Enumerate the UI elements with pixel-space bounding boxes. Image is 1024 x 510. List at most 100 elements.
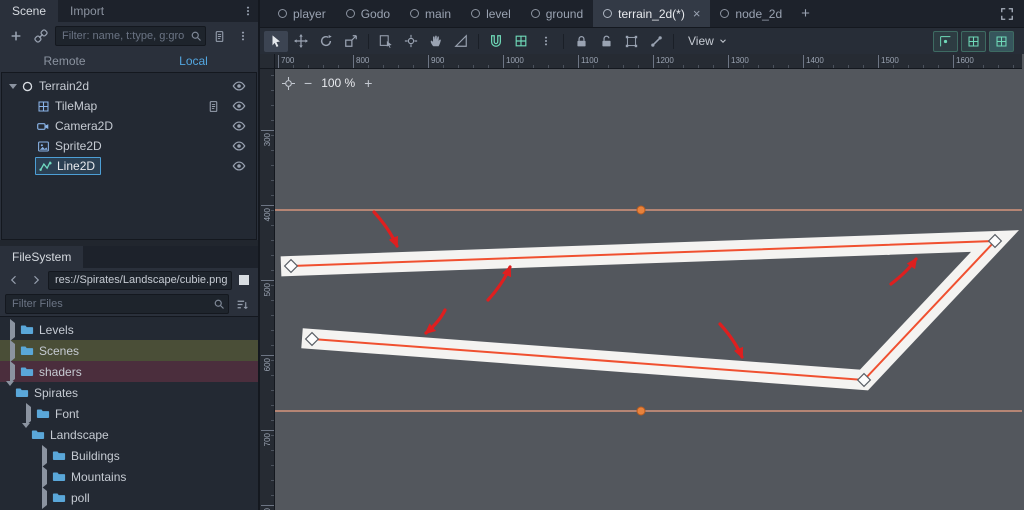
tile-grid-button-3[interactable] — [989, 30, 1014, 52]
folder-row-levels[interactable]: Levels — [0, 319, 258, 340]
list-select-tool-button[interactable] — [374, 31, 398, 52]
pivot-tool-button[interactable] — [399, 31, 423, 52]
scale-tool-button[interactable] — [339, 31, 363, 52]
expander-icon[interactable] — [6, 323, 19, 337]
remote-tab[interactable]: Remote — [0, 50, 129, 72]
rotate-tool-button[interactable] — [314, 31, 338, 52]
snap-options-button[interactable] — [534, 31, 558, 52]
folder-label: Scenes — [39, 343, 80, 358]
scene-tab-ground[interactable]: ground — [521, 0, 593, 27]
tile-grid-button-1[interactable] — [933, 30, 958, 52]
ruler-label: 1300 — [731, 56, 749, 65]
pan-tool-button[interactable] — [424, 31, 448, 52]
folder-label: poll — [71, 490, 90, 505]
expander-icon[interactable] — [38, 491, 51, 505]
scene-tab-main[interactable]: main — [400, 0, 461, 27]
expander-icon[interactable] — [38, 449, 51, 463]
scene-tab-label: Godo — [360, 6, 391, 21]
selected-node-highlight: Line2D — [35, 157, 102, 175]
node-label: Terrain2d — [39, 79, 90, 93]
expander-icon[interactable] — [6, 386, 14, 400]
tile-grid-button-2[interactable] — [961, 30, 986, 52]
expander-icon[interactable] — [38, 470, 51, 484]
folder-row-font[interactable]: Font — [0, 403, 258, 424]
ruler-tool-button[interactable] — [449, 31, 473, 52]
scene-tab-level[interactable]: level — [461, 0, 521, 27]
scene-tree-row-line2d[interactable]: Line2D — [2, 156, 256, 176]
scene-tab-terrain-2d[interactable]: terrain_2d(*) × — [593, 0, 711, 27]
2d-viewport[interactable]: 700 800 900 1000 1100 1200 1300 1400 1500 1600 30… — [260, 54, 1024, 510]
scene-tree-row-camera2d[interactable]: Camera2D — [2, 116, 256, 136]
remote-label: Remote — [43, 54, 86, 68]
scene-icon — [345, 9, 355, 18]
scene-tab-player[interactable]: player — [268, 0, 336, 27]
expander-icon[interactable] — [22, 428, 30, 442]
scene-tab-godo[interactable]: Godo — [336, 0, 400, 27]
node-label: Camera2D — [55, 119, 114, 133]
guide-handle[interactable] — [636, 406, 646, 416]
scene-tree-row-sprite2d[interactable]: Sprite2D — [2, 136, 256, 156]
scene-tree-row-terrain2d[interactable]: Terrain2d — [2, 76, 256, 96]
folder-row-spirates[interactable]: Spirates — [0, 382, 258, 403]
toolbar-divider — [478, 33, 479, 49]
folder-row-mountains[interactable]: Mountains — [0, 466, 258, 487]
sort-files-button[interactable] — [232, 298, 253, 311]
tab-scene-label: Scene — [12, 4, 47, 18]
guide-handle[interactable] — [636, 205, 646, 215]
scene-tree-row-tilemap[interactable]: TileMap — [2, 96, 256, 116]
folder-row-buildings[interactable]: Buildings — [0, 445, 258, 466]
zoom-out-button[interactable]: − — [304, 76, 312, 90]
toolbar-divider — [673, 33, 674, 49]
tab-filesystem[interactable]: FileSystem — [0, 246, 84, 268]
skeleton-options-button[interactable] — [644, 31, 668, 52]
canvas-viewport[interactable] — [275, 69, 1022, 510]
dock-menu-button[interactable] — [238, 0, 258, 22]
move-tool-button[interactable] — [289, 31, 313, 52]
expander-icon[interactable] — [6, 80, 19, 93]
ruler-top[interactable]: 700 800 900 1000 1100 1200 1300 1400 1500 1600 — [275, 54, 1022, 69]
current-path[interactable]: res://Spirates/Landscape/cubie.png — [48, 270, 232, 290]
distraction-free-icon[interactable] — [990, 0, 1024, 27]
local-tab[interactable]: Local — [129, 50, 258, 72]
attach-script-button[interactable] — [209, 30, 230, 43]
expander-icon[interactable] — [22, 407, 35, 421]
history-forward-button[interactable] — [26, 274, 46, 286]
expander-icon[interactable] — [6, 344, 19, 358]
add-node-button[interactable] — [5, 29, 27, 43]
visibility-toggle[interactable] — [228, 79, 250, 93]
split-mode-toggle-icon[interactable] — [239, 275, 249, 285]
file-filter-input[interactable] — [5, 294, 229, 314]
center-view-icon[interactable] — [282, 77, 295, 90]
select-tool-button[interactable] — [264, 30, 288, 52]
tab-scene[interactable]: Scene — [0, 0, 59, 22]
new-scene-tab-button[interactable]: + — [792, 0, 819, 27]
expander-icon[interactable] — [6, 365, 19, 379]
tab-import[interactable]: Import — [58, 0, 116, 22]
close-tab-icon[interactable]: × — [693, 7, 701, 20]
zoom-level[interactable]: 100 % — [321, 76, 355, 90]
annotation-arrow — [889, 257, 918, 286]
tab-filesystem-label: FileSystem — [12, 250, 72, 264]
scene-options-button[interactable] — [233, 30, 253, 42]
visibility-toggle[interactable] — [228, 119, 250, 133]
folder-row-landscape[interactable]: Landscape — [0, 424, 258, 445]
unlock-object-button[interactable] — [594, 31, 618, 52]
script-icon[interactable] — [203, 100, 224, 113]
view-menu-button[interactable]: View — [679, 34, 737, 48]
visibility-toggle[interactable] — [228, 99, 250, 113]
group-selected-button[interactable] — [619, 31, 643, 52]
grid-snap-toggle[interactable] — [509, 31, 533, 52]
scene-filter-input[interactable] — [55, 26, 206, 46]
visibility-toggle[interactable] — [228, 159, 250, 173]
folder-row-scenes[interactable]: Scenes — [0, 340, 258, 361]
visibility-toggle[interactable] — [228, 139, 250, 153]
scene-tab-node-2d[interactable]: node_2d — [710, 0, 792, 27]
history-back-button[interactable] — [4, 274, 24, 286]
instance-scene-button[interactable] — [30, 29, 52, 43]
smart-snap-toggle[interactable] — [484, 31, 508, 52]
lock-object-button[interactable] — [569, 31, 593, 52]
ruler-left[interactable]: 300400500600700800 — [260, 69, 275, 510]
folder-row-poll[interactable]: poll — [0, 487, 258, 508]
folder-row-shaders[interactable]: shaders — [0, 361, 258, 382]
zoom-in-button[interactable]: + — [364, 76, 372, 90]
